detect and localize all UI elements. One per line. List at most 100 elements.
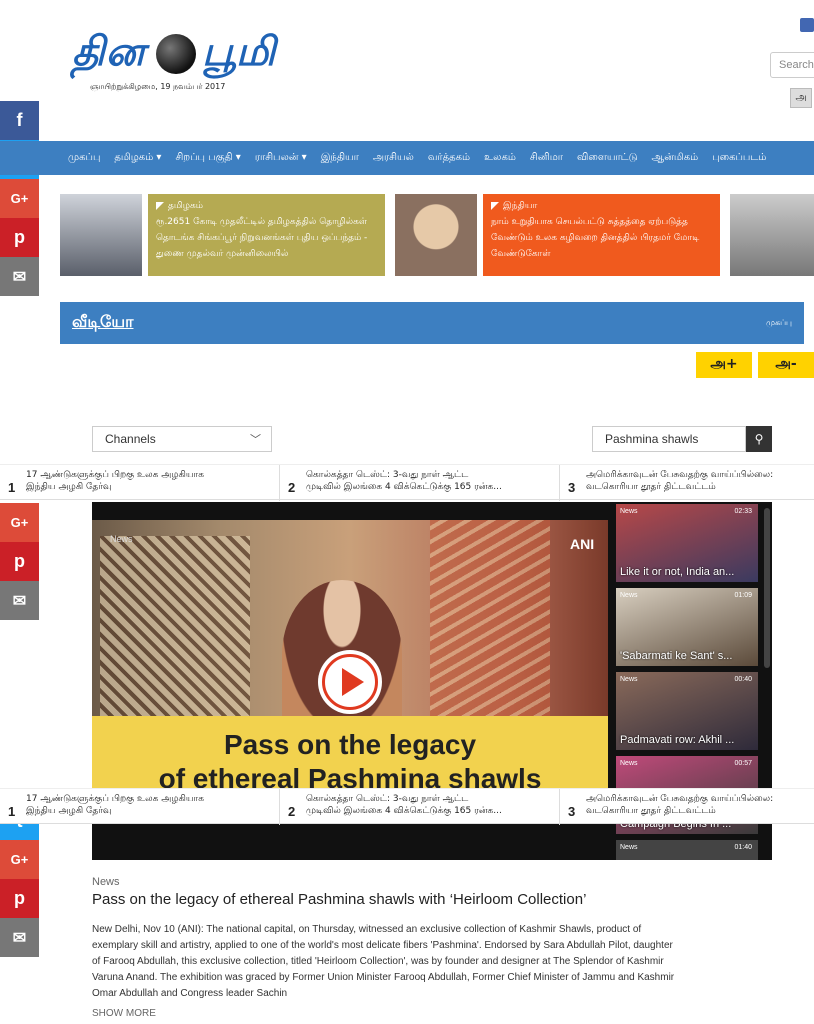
trending-number: 1: [8, 480, 16, 495]
trending-line: 17 ஆண்டுகளுக்குப் பிறகு உலக அழகியாக: [26, 794, 204, 804]
video-search-input[interactable]: Pashmina shawls: [592, 426, 746, 452]
trending-item[interactable]: 1 17 ஆண்டுகளுக்குப் பிறகு உலக அழகியாக இந…: [0, 465, 280, 501]
teaser-image-1[interactable]: [60, 194, 142, 276]
facebook-share-icon[interactable]: f: [0, 101, 39, 140]
video-section-title[interactable]: வீடியோ: [72, 312, 133, 333]
nav-item-tamilnadu[interactable]: தமிழகம் ▾: [114, 152, 161, 164]
video-scene-textile-left: [100, 536, 250, 716]
teaser-text: ரூ.2651 கோடி முதலீட்டில் தமிழகத்தில் தொழ…: [156, 217, 368, 259]
teaser-card-2[interactable]: இந்தியா நாம் உறுதியாக செயல்பட்டு சுத்தத்…: [483, 194, 720, 276]
nav-item-business[interactable]: வர்த்தகம்: [428, 152, 470, 164]
nav-item-india[interactable]: இந்தியா: [321, 152, 359, 164]
article-category[interactable]: News: [92, 876, 120, 888]
facebook-like-icon[interactable]: [800, 18, 814, 32]
article-body: New Delhi, Nov 10 (ANI): The national ca…: [92, 924, 675, 999]
nav-item-photos[interactable]: புகைப்படம்: [712, 152, 766, 164]
nav-item-sports[interactable]: விளையாட்டு: [577, 152, 638, 164]
social-share-bar-2: G+ p ✉: [0, 503, 39, 620]
pinterest-share-icon[interactable]: p: [0, 542, 39, 581]
video-news-tag: News: [110, 534, 133, 544]
teaser-image-3[interactable]: [730, 194, 814, 276]
trending-number: 2: [288, 480, 296, 495]
trending-item[interactable]: 1 17 ஆண்டுகளுக்குப் பிறகு உலக அழகியாக இந…: [0, 789, 280, 825]
show-more-link[interactable]: SHOW MORE: [92, 1008, 156, 1019]
trending-line: வடகொரியா தூதர் திட்டவட்டம்: [586, 482, 716, 492]
playlist-item[interactable]: News 00:40 Padmavati row: Akhil ...: [616, 672, 758, 750]
logo-text-right: பூமி: [202, 28, 276, 75]
trending-number: 2: [288, 804, 296, 819]
trending-line: கொல்கத்தா டெஸ்ட்: 3-வது நாள் ஆட்ட: [306, 794, 469, 804]
nav-item-cinema[interactable]: சினிமா: [530, 152, 563, 164]
search-icon[interactable]: ⚲: [746, 426, 772, 452]
trending-number: 1: [8, 804, 16, 819]
trending-strip: 1 17 ஆண்டுகளுக்குப் பிறகு உலக அழகியாக இந…: [0, 464, 814, 501]
font-increase-button[interactable]: அ+: [696, 352, 752, 378]
googleplus-share-icon[interactable]: G+: [0, 179, 39, 218]
site-search-input[interactable]: Search: [770, 52, 814, 78]
playlist-caption: Padmavati row: Akhil ...: [620, 734, 735, 746]
font-decrease-button[interactable]: அ-: [758, 352, 814, 378]
trending-line: கொல்கத்தா டெஸ்ட்: 3-வது நாள் ஆட்ட: [306, 470, 469, 480]
play-button-icon[interactable]: [318, 650, 382, 714]
googleplus-share-icon[interactable]: G+: [0, 840, 39, 879]
pinterest-share-icon[interactable]: p: [0, 879, 39, 918]
teaser-card-1[interactable]: தமிழகம் ரூ.2651 கோடி முதலீட்டில் தமிழகத்…: [148, 194, 385, 276]
playlist-scrollbar[interactable]: [764, 508, 770, 668]
nav-item-horoscope[interactable]: ராசிபலன் ▾: [255, 152, 307, 164]
trending-line: இந்திய அழகி தேர்வு: [26, 482, 112, 492]
main-nav: முகப்பு தமிழகம் ▾ சிறப்பு பகுதி ▾ ராசிபல…: [0, 141, 814, 175]
email-share-icon[interactable]: ✉: [0, 918, 39, 957]
playlist-tag: News: [620, 760, 638, 767]
trending-item[interactable]: 2 கொல்கத்தா டெஸ்ட்: 3-வது நாள் ஆட்ட முடி…: [280, 465, 560, 501]
playlist-duration: 00:57: [734, 760, 752, 767]
playlist-tag: News: [620, 676, 638, 683]
trending-item[interactable]: 3 அமெரிக்காவுடன் பேசுவதற்கு வாய்ப்பில்லை…: [560, 465, 814, 501]
trending-line: இந்திய அழகி தேர்வு: [26, 806, 112, 816]
logo-text-left: தின: [72, 28, 146, 75]
trending-line: அமெரிக்காவுடன் பேசுவதற்கு வாய்ப்பில்லை:: [586, 470, 774, 480]
playlist-duration: 01:09: [734, 592, 752, 599]
trending-number: 3: [568, 480, 576, 495]
chevron-down-icon: ﹀: [250, 434, 261, 446]
teaser-category: தமிழகம்: [156, 198, 377, 214]
playlist-item[interactable]: News 02:33 Like it or not, India an...: [616, 504, 758, 582]
video-section-header: வீடியோ முகப்பு: [60, 302, 804, 344]
playlist-tag: News: [620, 508, 638, 515]
playlist-caption: Like it or not, India an...: [620, 566, 735, 578]
pinterest-share-icon[interactable]: p: [0, 218, 39, 257]
trending-line: 17 ஆண்டுகளுக்குப் பிறகு உலக அழகியாக: [26, 470, 204, 480]
nav-item-world[interactable]: உலகம்: [484, 152, 516, 164]
googleplus-share-icon[interactable]: G+: [0, 503, 39, 542]
trending-line: அமெரிக்காவுடன் பேசுவதற்கு வாய்ப்பில்லை:: [586, 794, 774, 804]
breadcrumb[interactable]: முகப்பு: [766, 318, 792, 328]
trending-item[interactable]: 3 அமெரிக்காவுடன் பேசுவதற்கு வாய்ப்பில்லை…: [560, 789, 814, 825]
video-caption-line: Pass on the legacy: [223, 729, 477, 760]
trending-line: முடிவில் இலங்கை 4 விக்கெட்டுக்கு 165 ரன்…: [306, 806, 502, 816]
language-button[interactable]: அ: [790, 88, 812, 108]
nav-item-politics[interactable]: அரசியல்: [373, 152, 414, 164]
playlist-caption: 'Sabarmati ke Sant' s...: [620, 650, 733, 662]
playlist-tag: News: [620, 844, 638, 851]
playlist-duration: 00:40: [734, 676, 752, 683]
nav-item-special[interactable]: சிறப்பு பகுதி ▾: [175, 152, 240, 164]
social-share-bar-3: t G+ p ✉: [0, 802, 39, 957]
video-frame[interactable]: News ANI Pass on the legacy of ethereal …: [92, 520, 608, 802]
article-title: Pass on the legacy of ethereal Pashmina …: [92, 891, 587, 908]
playlist-item[interactable]: News 01:40: [616, 840, 758, 860]
trending-item[interactable]: 2 கொல்கத்தா டெஸ்ட்: 3-வது நாள் ஆட்ட முடி…: [280, 789, 560, 825]
channels-label: Channels: [105, 432, 156, 446]
trending-strip-sticky: 1 17 ஆண்டுகளுக்குப் பிறகு உலக அழகியாக இந…: [0, 788, 814, 825]
email-share-icon[interactable]: ✉: [0, 581, 39, 620]
trending-number: 3: [568, 804, 576, 819]
nav-item-home[interactable]: முகப்பு: [68, 152, 100, 164]
ani-logo: ANI: [570, 536, 595, 552]
playlist-item[interactable]: News 01:09 'Sabarmati ke Sant' s...: [616, 588, 758, 666]
nav-item-spiritual[interactable]: ஆன்மிகம்: [652, 152, 699, 164]
social-share-bar: f t G+ p ✉: [0, 101, 39, 296]
email-share-icon[interactable]: ✉: [0, 257, 39, 296]
trending-line: முடிவில் இலங்கை 4 விக்கெட்டுக்கு 165 ரன்…: [306, 482, 502, 492]
current-date: ஞாயிற்றுக்கிழமை, 19 நவம்பர் 2017: [90, 82, 226, 91]
playlist-duration: 01:40: [734, 844, 752, 851]
teaser-image-2[interactable]: [395, 194, 477, 276]
channels-select[interactable]: Channels ﹀: [92, 426, 272, 452]
